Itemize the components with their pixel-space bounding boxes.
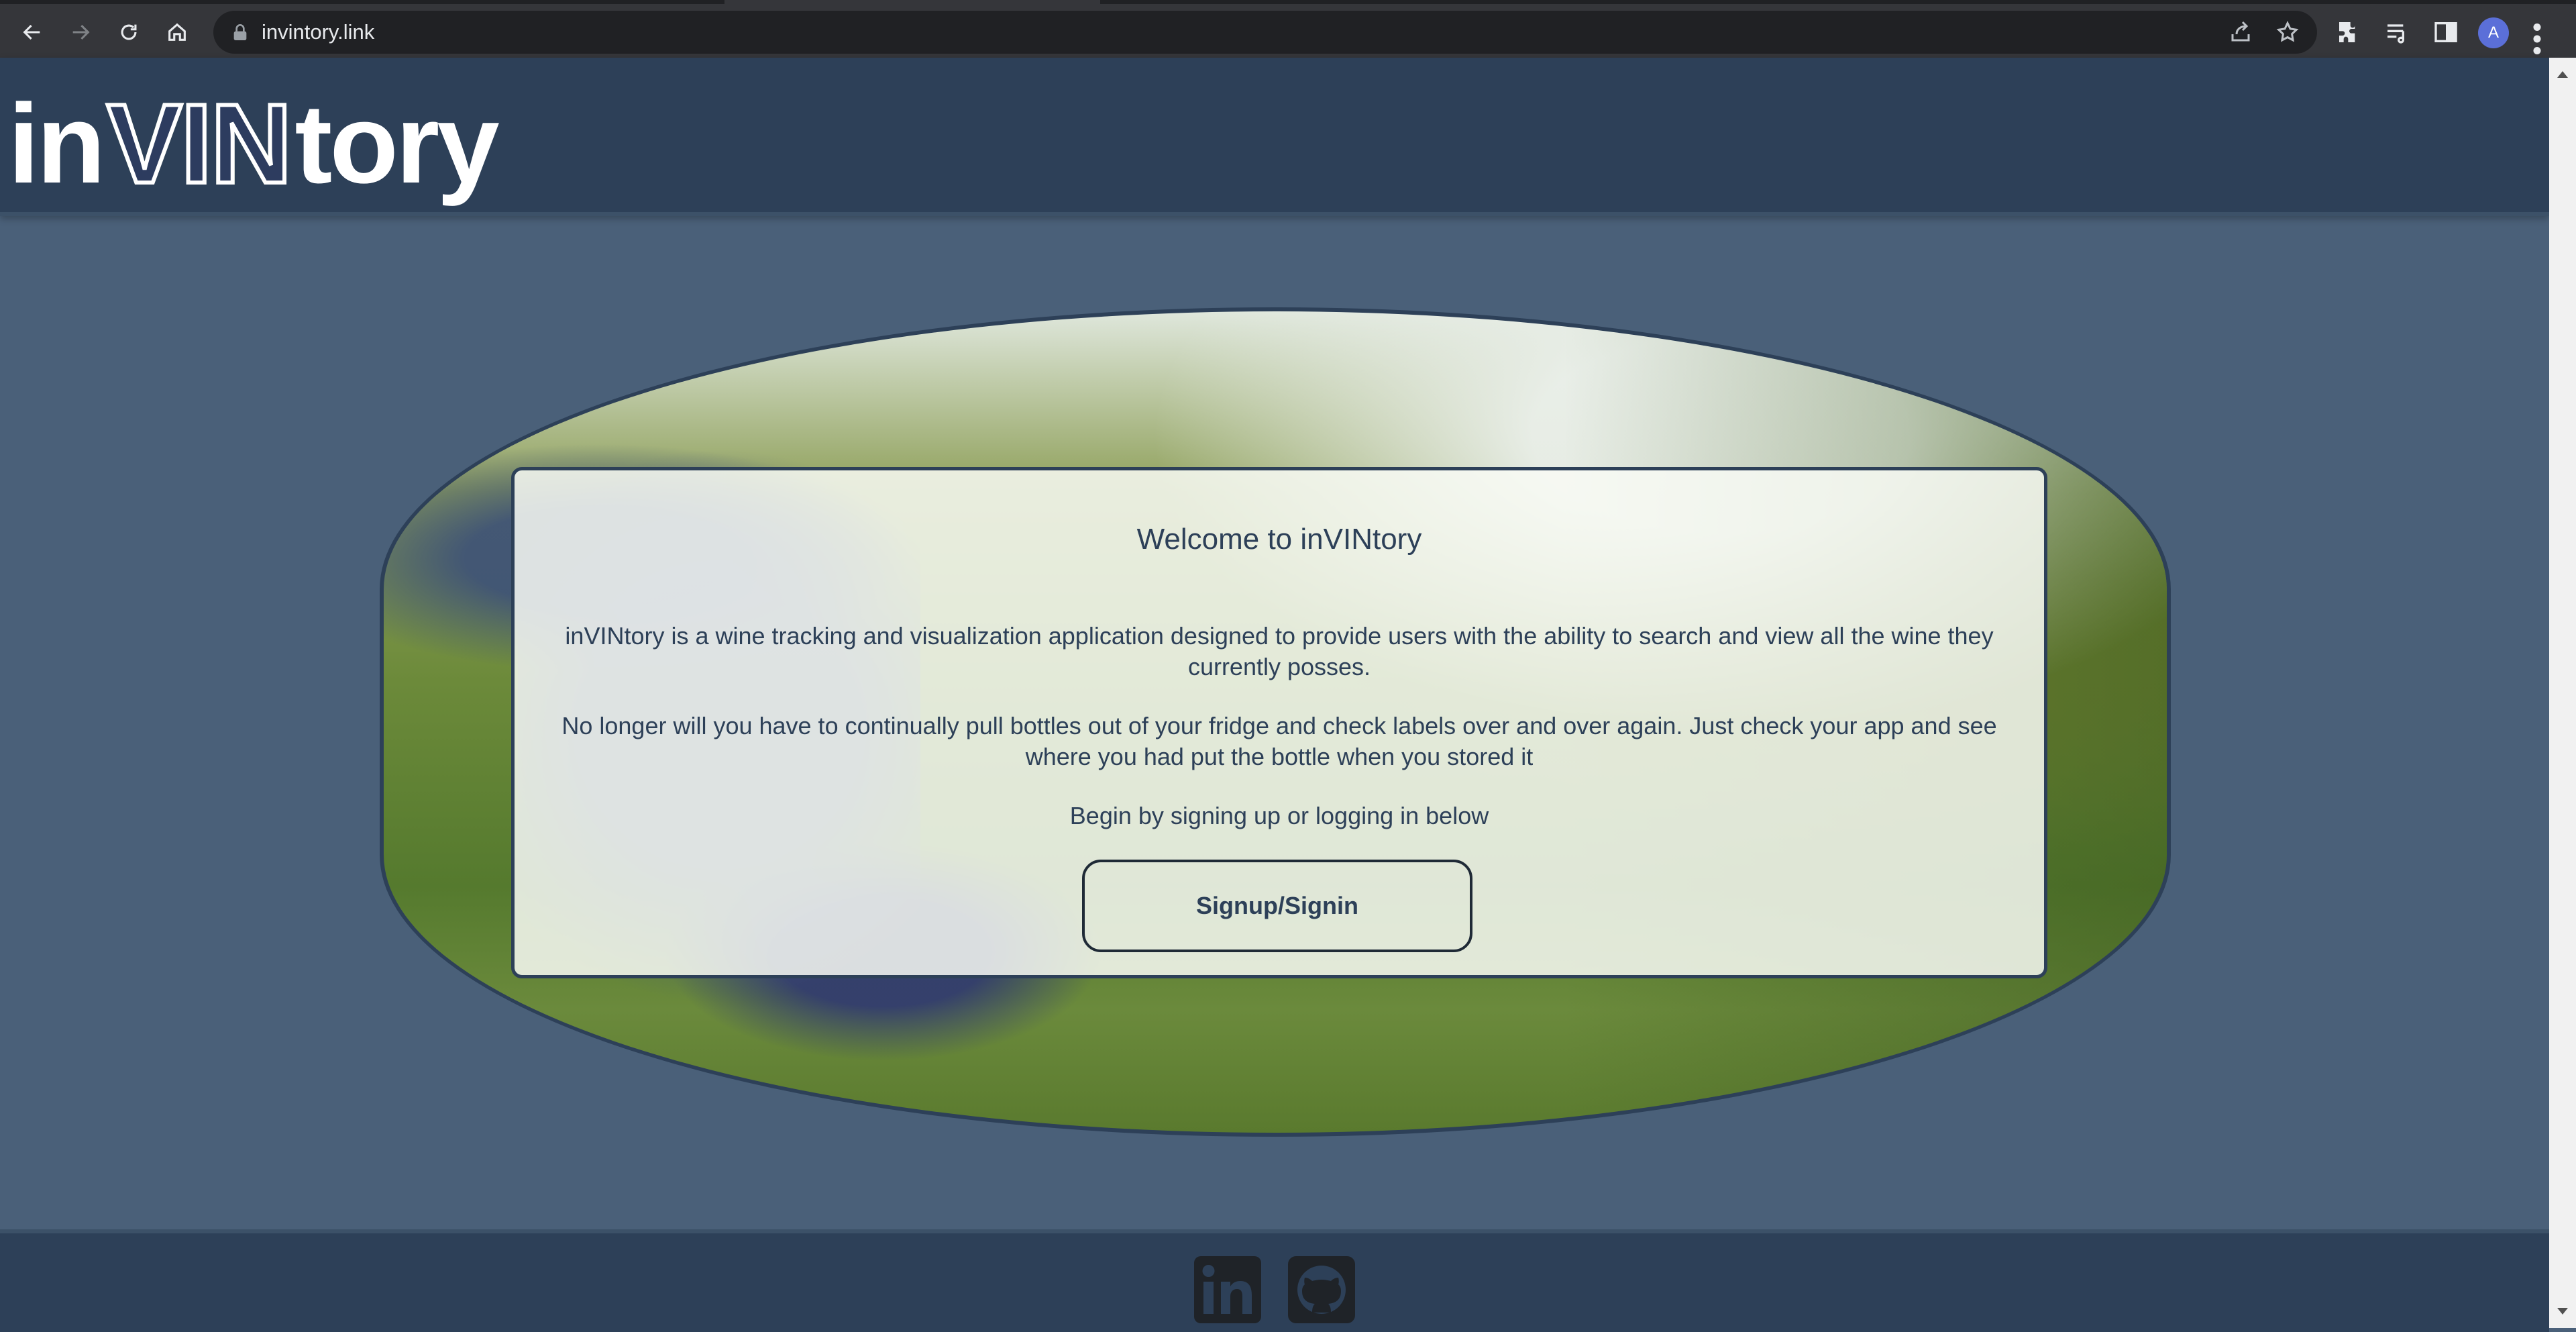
feature-paragraph: No longer will you have to continually p… xyxy=(561,712,1997,770)
back-icon[interactable] xyxy=(13,13,51,51)
logo-vin: VIN xyxy=(105,81,294,207)
site-logo[interactable]: in VIN tory xyxy=(8,76,500,207)
logo-prefix: in xyxy=(8,81,105,207)
active-tab-edge xyxy=(724,0,1100,4)
site-footer xyxy=(0,1229,2549,1332)
page-scrollbar[interactable] xyxy=(2549,58,2576,1328)
url-text: invintory.link xyxy=(262,20,375,44)
site-header: in VIN tory xyxy=(0,58,2549,216)
kebab-menu-icon[interactable] xyxy=(2530,19,2544,54)
profile-avatar[interactable]: A xyxy=(2478,17,2509,48)
browser-toolbar: invintory.link A xyxy=(0,0,2576,58)
logo-suffix: tory xyxy=(294,81,499,207)
media-queue-icon[interactable] xyxy=(2384,19,2411,46)
address-bar[interactable]: invintory.link xyxy=(213,11,2317,54)
scroll-up-arrow-icon[interactable] xyxy=(2557,71,2568,78)
reload-icon[interactable] xyxy=(110,13,148,51)
cta-paragraph: Begin by signing up or logging in below xyxy=(1069,802,1489,829)
side-panel-icon[interactable] xyxy=(2432,19,2459,46)
welcome-card: Welcome to inVINtory inVINtory is a wine… xyxy=(511,467,2047,978)
forward-icon[interactable] xyxy=(62,13,99,51)
welcome-title: Welcome to inVINtory xyxy=(1136,523,1422,556)
signup-signin-button[interactable]: Signup/Signin xyxy=(1082,860,1472,952)
extensions-icon[interactable] xyxy=(2336,19,2363,46)
lock-icon[interactable] xyxy=(229,21,251,43)
intro-paragraph: inVINtory is a wine tracking and visuali… xyxy=(565,622,1994,680)
linkedin-icon[interactable] xyxy=(1194,1256,1261,1323)
hero-vineyard-image: Welcome to inVINtory inVINtory is a wine… xyxy=(380,307,2171,1137)
bookmark-star-icon[interactable] xyxy=(2275,20,2300,44)
github-icon[interactable] xyxy=(1288,1256,1355,1323)
home-icon[interactable] xyxy=(158,13,196,51)
share-icon[interactable] xyxy=(2229,20,2253,44)
scroll-down-arrow-icon[interactable] xyxy=(2557,1308,2568,1315)
